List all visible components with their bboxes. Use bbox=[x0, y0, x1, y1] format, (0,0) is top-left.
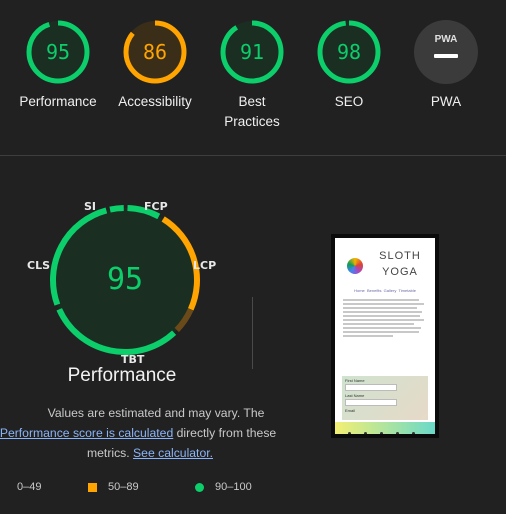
circle-icon bbox=[195, 482, 204, 492]
gauge-performance-ring: 95 bbox=[26, 20, 90, 84]
site-header: SLOTH YOGA bbox=[335, 238, 435, 288]
triangle-icon bbox=[0, 483, 6, 492]
performance-title: Performance bbox=[67, 365, 177, 386]
gauge-seo-ring: 98 bbox=[317, 20, 381, 84]
metric-label-lcp: LCP bbox=[193, 259, 217, 272]
site-nav: Home Benefits Gallery Timetable bbox=[354, 288, 416, 293]
gauge-seo[interactable]: 98 SEO bbox=[301, 18, 397, 112]
site-title: SLOTH YOGA bbox=[379, 250, 421, 278]
metric-arc-si bbox=[109, 205, 124, 213]
metric-label-fcp: FCP bbox=[144, 200, 168, 213]
gauge-best-practices-ring: 91 bbox=[220, 20, 284, 84]
see-calculator-link[interactable]: See calculator. bbox=[133, 446, 213, 460]
note-line-1: Values are estimated and may vary. The bbox=[47, 406, 265, 420]
gauge-score: 95 bbox=[46, 40, 70, 64]
note-line-3: metrics. See calculator. bbox=[0, 443, 300, 463]
gauge-label: Performance bbox=[19, 94, 97, 109]
site-body-text bbox=[343, 299, 427, 337]
vertical-separator bbox=[252, 297, 253, 369]
final-screenshot-thumbnail[interactable]: SLOTH YOGA Home Benefits Gallery Timetabl… bbox=[331, 234, 439, 438]
site-footer bbox=[335, 422, 435, 434]
gauge-label: SEO bbox=[334, 94, 364, 109]
score-note: Values are estimated and may vary. The P… bbox=[0, 403, 300, 463]
legend-item-average: 50–89 bbox=[88, 481, 139, 493]
svg-text:PWA: PWA bbox=[435, 34, 458, 45]
site-form: First Name Last Name Email bbox=[342, 376, 428, 420]
gauge-performance[interactable]: 95 Performance bbox=[10, 18, 106, 112]
score-calculated-link[interactable]: Performance score is calculated bbox=[0, 426, 173, 440]
gauge-label: Accessibility bbox=[118, 94, 192, 109]
section-divider bbox=[0, 155, 506, 156]
category-gauges: 95 Performance 86 Accessibility 91 Best … bbox=[0, 0, 506, 155]
legend-item-fail: 0–49 bbox=[0, 481, 41, 493]
square-icon bbox=[88, 482, 97, 492]
note-line-2-text: directly from these bbox=[173, 426, 277, 440]
note-line-3-text: metrics. bbox=[87, 446, 134, 460]
gauge-score: 91 bbox=[240, 40, 264, 64]
legend-item-pass: 90–100 bbox=[195, 481, 252, 493]
gauge-label: Best Practices bbox=[224, 94, 280, 129]
metric-label-cls: CLS bbox=[27, 259, 51, 272]
performance-score: 95 bbox=[107, 262, 143, 297]
gauge-accessibility[interactable]: 86 Accessibility bbox=[107, 18, 203, 112]
gauge-score: 86 bbox=[143, 40, 167, 64]
pwa-badge-icon: PWA bbox=[414, 20, 478, 84]
gauge-best-practices[interactable]: 91 Best Practices bbox=[204, 18, 300, 132]
site-logo-icon bbox=[347, 258, 363, 274]
performance-metric-gauge: 95 bbox=[50, 205, 200, 355]
gauge-score: 98 bbox=[337, 40, 361, 64]
note-line-2: Performance score is calculated directly… bbox=[0, 423, 288, 443]
gauge-accessibility-ring: 86 bbox=[123, 20, 187, 84]
metric-label-si: SI bbox=[84, 200, 97, 213]
gauge-pwa[interactable]: PWA PWA bbox=[398, 18, 494, 112]
gauge-label: PWA bbox=[430, 94, 462, 109]
